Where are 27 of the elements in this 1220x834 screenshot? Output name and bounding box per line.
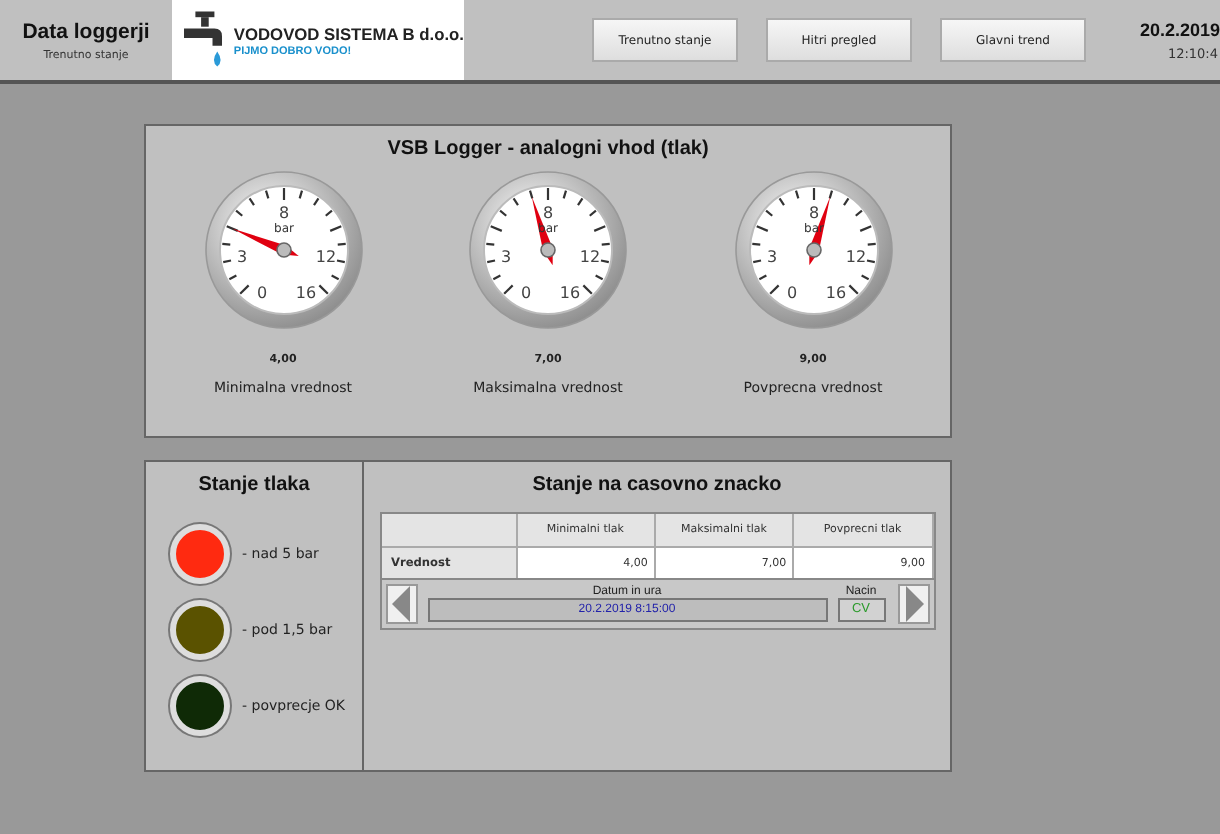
company-name: VODOVOD SISTEMA B d.o.o. bbox=[233, 23, 464, 43]
scale-label: 3 bbox=[235, 248, 247, 266]
date-text: 20.2.2019 bbox=[1139, 19, 1220, 39]
scale-label: 12 bbox=[314, 248, 336, 266]
previous-button[interactable] bbox=[385, 584, 417, 624]
panel-title: Stanje na casovno znacko bbox=[532, 474, 782, 496]
app-title: Data loggerji bbox=[22, 19, 150, 43]
panel-title: Stanje tlaka bbox=[198, 474, 310, 496]
scale-label: 0 bbox=[785, 284, 797, 302]
next-button[interactable] bbox=[897, 584, 929, 624]
left-triangle-icon bbox=[391, 586, 411, 622]
scale-label: 16 bbox=[294, 284, 316, 302]
scale-label: 12 bbox=[844, 248, 866, 266]
scale-label: 3 bbox=[500, 248, 512, 266]
faucet-icon bbox=[184, 10, 226, 70]
scale-label: 8 bbox=[807, 204, 819, 222]
right-triangle-icon bbox=[903, 586, 923, 622]
scale-label: 0 bbox=[255, 284, 267, 302]
scale-label: 16 bbox=[824, 284, 846, 302]
scale-label: 0 bbox=[520, 284, 532, 302]
scale-label: 12 bbox=[579, 248, 601, 266]
scale-label: 8 bbox=[542, 204, 554, 222]
scale-label: 16 bbox=[559, 284, 581, 302]
corner-cell bbox=[381, 514, 517, 548]
scale-label: 3 bbox=[765, 248, 777, 266]
scale-label: 8 bbox=[277, 204, 289, 222]
panel-title: VSB Logger - analogni vhod (tlak) bbox=[387, 138, 709, 160]
